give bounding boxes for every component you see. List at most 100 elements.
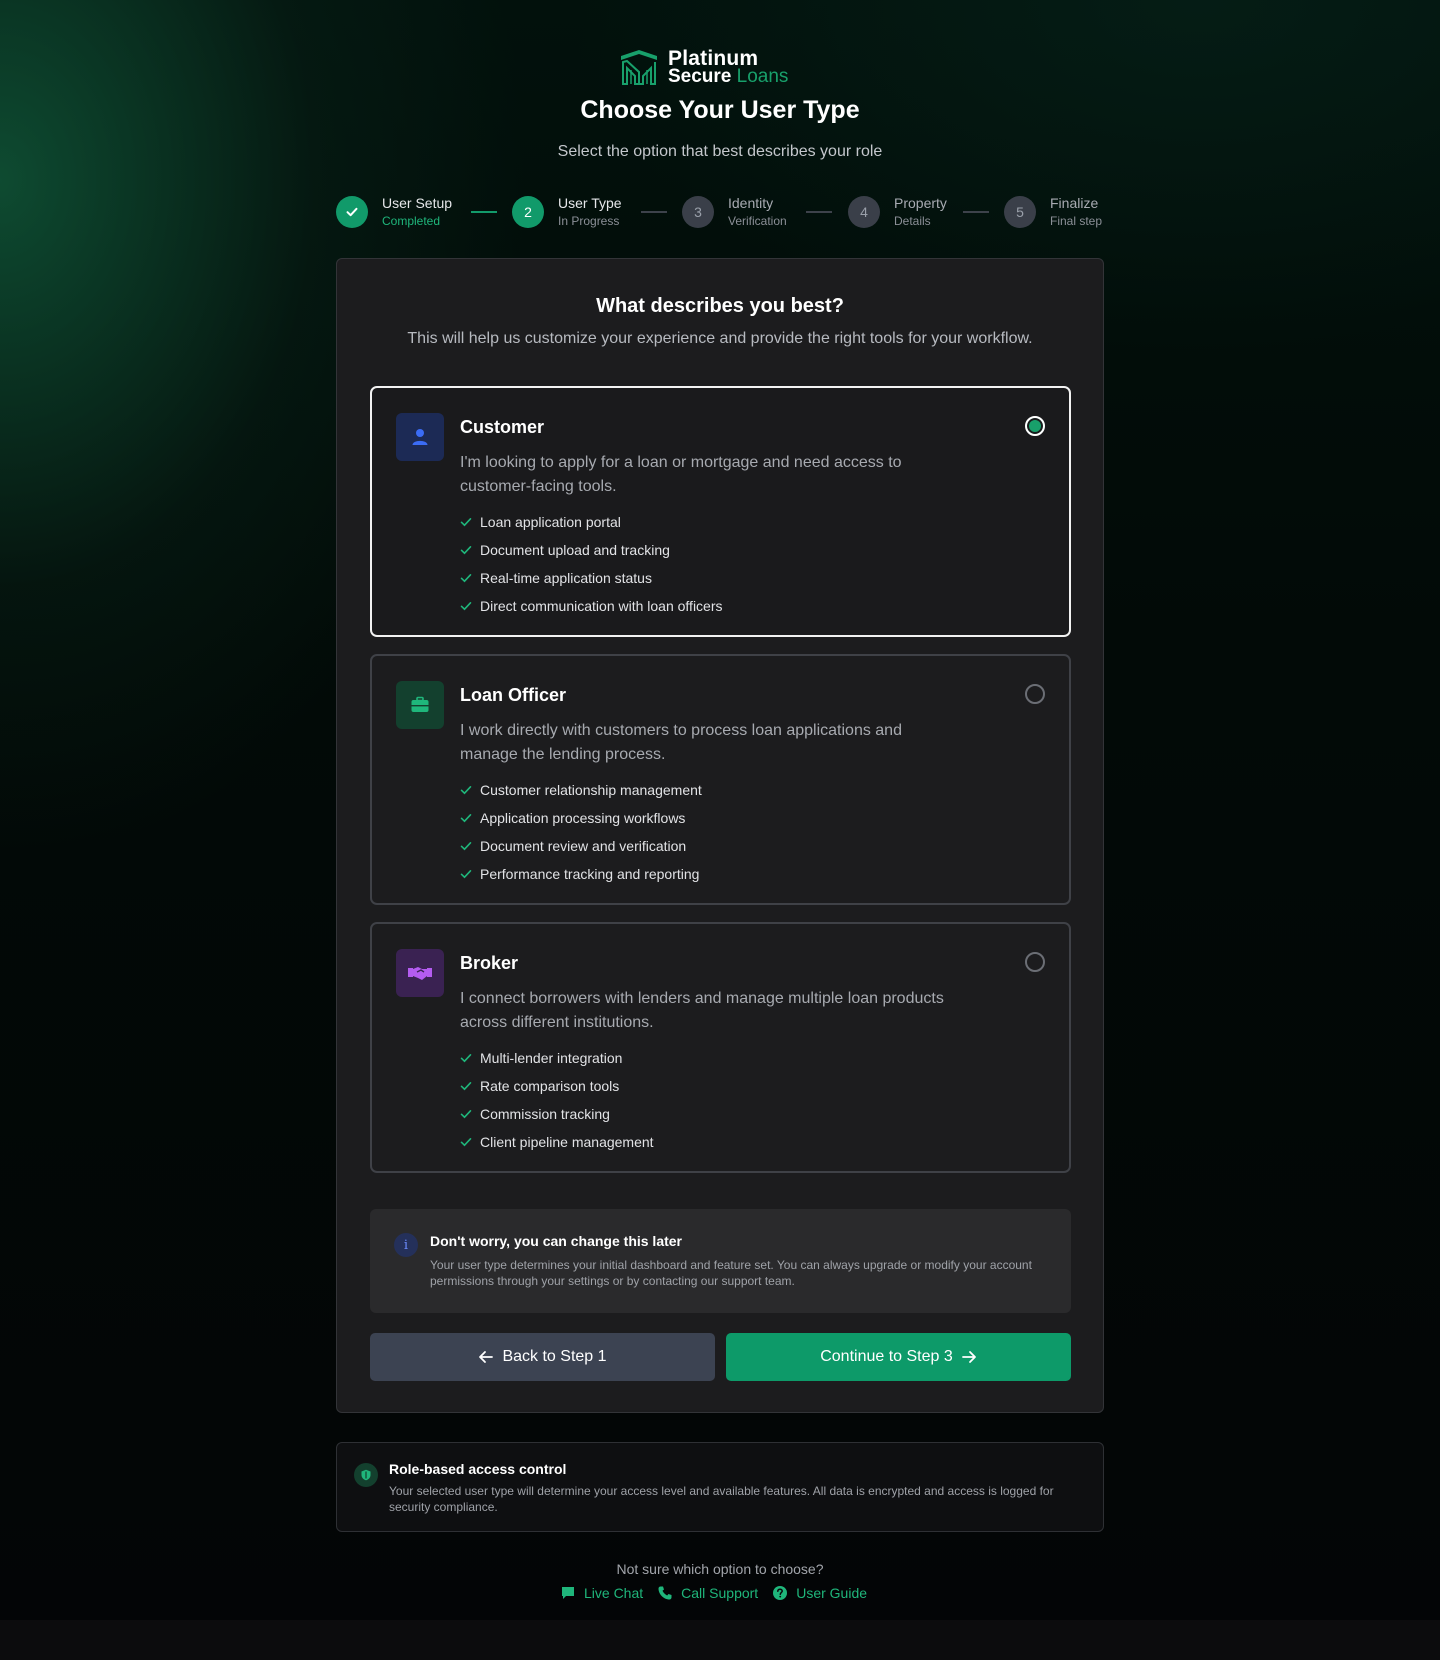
arrow-right-icon: [961, 1351, 976, 1363]
chat-icon: [562, 1587, 574, 1599]
step-title: Identity: [728, 195, 774, 211]
continue-button[interactable]: Continue to Step 3: [726, 1333, 1071, 1381]
step-number: 5: [1004, 196, 1036, 228]
check-icon: [460, 870, 472, 879]
brand-wordmark: Platinum Secure Loans: [668, 48, 789, 87]
step-identity: 3 Identity Verification: [682, 194, 787, 230]
step-title: User Type: [558, 195, 622, 211]
back-button-label: Back to Step 1: [502, 1348, 607, 1365]
step-status: Details: [894, 214, 931, 228]
check-icon: [460, 814, 472, 823]
question-icon: [773, 1586, 788, 1600]
step-finalize: 5 Finalize Final step: [1004, 194, 1102, 230]
shield-icon: [354, 1463, 378, 1487]
continue-button-label: Continue to Step 3: [820, 1348, 953, 1365]
step-user-type: 2 User Type In Progress: [512, 194, 622, 230]
step-property: 4 Property Details: [848, 194, 947, 230]
help-links: Live Chat Call Support User Guide: [560, 1585, 867, 1601]
feature-item: Application processing workflows: [460, 804, 702, 832]
user-type-panel: What describes you best? This will help …: [336, 258, 1104, 1413]
check-icon: [460, 1054, 472, 1063]
option-title: Broker: [460, 953, 519, 973]
option-features: Loan application portal Document upload …: [460, 508, 723, 620]
step-user-setup: User Setup Completed: [336, 194, 452, 230]
page-title: Choose Your User Type: [580, 96, 860, 124]
feature-item: Customer relationship management: [460, 776, 702, 804]
check-icon: [460, 574, 472, 583]
option-description: I connect borrowers with lenders and man…: [460, 990, 944, 1031]
option-title: Customer: [460, 417, 545, 437]
option-features: Multi-lender integration Rate comparison…: [460, 1044, 654, 1156]
step-status: In Progress: [558, 214, 620, 228]
step-title: User Setup: [382, 195, 453, 211]
check-icon: [460, 786, 472, 795]
panel-title: What describes you best?: [596, 295, 844, 317]
brand-name-line2: Secure Loans: [668, 66, 789, 87]
feature-item: Document review and verification: [460, 832, 702, 860]
feature-item: Document upload and tracking: [460, 536, 723, 564]
check-icon: [460, 842, 472, 851]
brand-logo: Platinum Secure Loans: [618, 48, 788, 88]
progress-stepper: User Setup Completed 2 User Type In Progre…: [336, 194, 1104, 232]
step-status: Completed: [382, 214, 441, 228]
feature-item: Performance tracking and reporting: [460, 860, 702, 888]
phone-icon: [658, 1586, 672, 1600]
briefcase-icon: [396, 681, 444, 729]
help-question: Not sure which option to choose?: [616, 1561, 824, 1577]
page-subtitle: Select the option that best describes yo…: [557, 143, 883, 160]
notice-text: Your user type determines your initial d…: [430, 1258, 1032, 1288]
notice-title: Don't worry, you can change this later: [430, 1233, 683, 1249]
check-icon: [460, 1138, 472, 1147]
option-loan-officer[interactable]: Loan Officer I work directly with custom…: [370, 654, 1071, 905]
feature-item: Commission tracking: [460, 1100, 654, 1128]
change-later-notice: i Don't worry, you can change this later…: [370, 1209, 1071, 1313]
call-support-link[interactable]: Call Support: [657, 1585, 758, 1601]
option-title: Loan Officer: [460, 685, 567, 705]
option-description: I work directly with customers to proces…: [460, 722, 902, 763]
step-connector: [806, 211, 832, 213]
feature-item: Multi-lender integration: [460, 1044, 654, 1072]
option-radio-loan-officer[interactable]: [1025, 684, 1045, 704]
feature-item: Rate comparison tools: [460, 1072, 654, 1100]
step-title: Property: [894, 195, 947, 211]
check-icon: [460, 602, 472, 611]
info-icon: i: [394, 1233, 418, 1257]
option-radio-customer[interactable]: [1025, 416, 1045, 436]
feature-item: Client pipeline management: [460, 1128, 654, 1156]
bottom-strip: [0, 1620, 1440, 1660]
live-chat-link[interactable]: Live Chat: [560, 1585, 643, 1601]
step-connector: [963, 211, 989, 213]
check-icon: [460, 546, 472, 555]
step-number: 3: [682, 196, 714, 228]
handshake-icon: [396, 949, 444, 997]
security-text: Your selected user type will determine y…: [389, 1484, 1054, 1514]
feature-item: Loan application portal: [460, 508, 723, 536]
logo-mark-icon: [621, 50, 657, 85]
option-features: Customer relationship management Applica…: [460, 776, 702, 888]
option-customer[interactable]: Customer I'm looking to apply for a loan…: [370, 386, 1071, 637]
step-connector: [641, 211, 667, 213]
step-status: Final step: [1050, 214, 1103, 228]
option-broker[interactable]: Broker I connect borrowers with lenders …: [370, 922, 1071, 1173]
brand-name-secure: Secure: [668, 66, 732, 87]
option-description: I'm looking to apply for a loan or mortg…: [460, 454, 902, 495]
check-icon: [460, 1082, 472, 1091]
feature-item: Real-time application status: [460, 564, 723, 592]
user-guide-link[interactable]: User Guide: [772, 1585, 867, 1601]
arrow-left-icon: [479, 1351, 494, 1363]
step-number: 4: [848, 196, 880, 228]
check-icon: [460, 518, 472, 527]
security-title: Role-based access control: [389, 1461, 567, 1477]
step-number: 2: [512, 196, 544, 228]
step-title: Finalize: [1050, 195, 1099, 211]
back-button[interactable]: Back to Step 1: [370, 1333, 715, 1381]
step-status: Verification: [728, 214, 787, 228]
user-icon: [396, 413, 444, 461]
security-notice: Role-based access control Your selected …: [336, 1442, 1104, 1532]
panel-subtitle: This will help us customize your experie…: [407, 330, 1033, 347]
step-check-icon: [336, 196, 368, 228]
step-connector: [471, 211, 497, 213]
option-radio-broker[interactable]: [1025, 952, 1045, 972]
brand-name-loans: Loans: [736, 66, 789, 87]
feature-item: Direct communication with loan officers: [460, 592, 723, 620]
